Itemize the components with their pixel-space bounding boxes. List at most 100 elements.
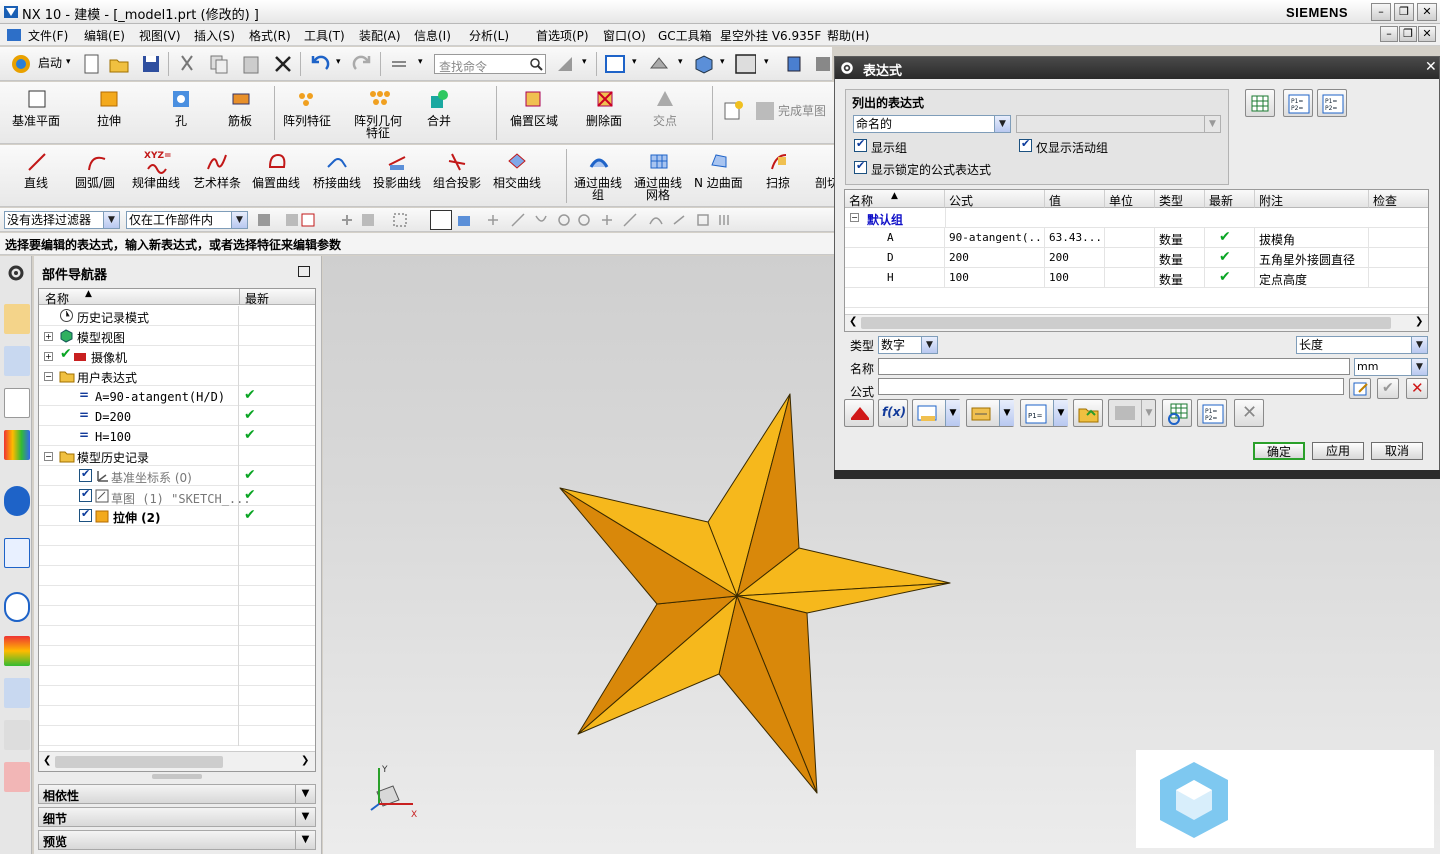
menu-assembly[interactable]: 装配(A) [359,27,401,44]
redo-icon[interactable] [352,53,374,75]
scrollbar-thumb[interactable] [861,317,1391,329]
doc-restore-button[interactable]: ❐ [1399,26,1417,42]
type-filter-icon[interactable] [256,212,272,228]
repeat-command-icon[interactable] [388,53,410,75]
apply-button[interactable]: 应用 [1312,442,1364,460]
menu-gc-toolbox[interactable]: GC工具箱 [658,27,712,44]
menu-preferences[interactable]: 首选项(P) [536,27,589,44]
app-menu-icon[interactable] [6,28,22,42]
scroll-right-icon[interactable]: ❯ [301,755,309,766]
orient-view-icon[interactable] [648,53,670,75]
law-curve-button[interactable]: 规律曲线 [132,177,180,190]
intersection-button[interactable]: 交点 [653,115,677,128]
chevron-down-icon[interactable]: ▼ [945,400,960,426]
edit-formula-button[interactable] [1349,378,1371,399]
col-latest[interactable]: 最新 [1205,190,1255,208]
snap-tools-icon[interactable] [484,212,744,228]
feature-select-icon[interactable] [430,210,452,230]
background-color-icon[interactable] [734,53,756,75]
assembly-icon[interactable] [784,53,806,75]
preview-panel[interactable]: 预览 ▼ [38,830,316,850]
tree-row-datum-csys[interactable]: 基准坐标系 (0) ✔ [39,466,315,486]
sketch-icon[interactable] [722,100,744,122]
minimize-button[interactable]: – [1371,3,1391,21]
project-curve-icon[interactable] [386,151,408,173]
table-row[interactable]: D 200 200 数量 ✔ 五角星外接圆直径 [845,248,1428,268]
insert-reference-button[interactable]: ▼ [966,399,1014,427]
col-unit[interactable]: 单位 [1105,190,1155,208]
feature-visibility-checkbox[interactable] [79,487,92,502]
rib-icon[interactable] [230,88,252,110]
col-type[interactable]: 类型 [1155,190,1205,208]
sweep-icon[interactable] [768,151,790,173]
maximize-panel-icon[interactable] [298,266,310,277]
tree-row-model-history[interactable]: − 模型历史记录 [39,446,315,466]
ok-button[interactable]: 确定 [1253,442,1305,460]
chevron-down-icon[interactable]: ▼ [1053,400,1068,426]
delete-face-icon[interactable] [594,88,616,110]
tree-row-extrude[interactable]: 拉伸 (2) ✔ [39,506,315,526]
tree-row-history-mode[interactable]: 历史记录模式 [39,306,315,326]
rectangle-select-icon[interactable] [392,212,422,228]
splitter-handle[interactable] [152,774,202,779]
delete-face-button[interactable]: 删除面 [586,115,622,128]
pattern-feature-icon[interactable] [296,88,318,110]
open-folder-icon[interactable] [108,53,130,75]
history-tab[interactable] [4,592,30,622]
system-materials-tab[interactable] [4,636,30,666]
studio-spline-icon[interactable] [206,151,228,173]
pattern-feature-button[interactable]: 阵列特征 [283,115,331,128]
link-expression-button[interactable]: P1= ▼ [1020,399,1068,427]
collapse-icon[interactable]: − [850,213,859,222]
hole-icon[interactable] [170,88,192,110]
col-note[interactable]: 附注 [1255,190,1369,208]
delete-icon[interactable] [272,53,294,75]
finish-sketch-button[interactable]: 完成草图 [778,105,826,118]
n-sided-surface-button[interactable]: N 边曲面 [694,177,743,190]
system-scenes-tab[interactable] [4,762,30,792]
assembly-nav-icon[interactable] [812,53,834,75]
project-curve-button[interactable]: 投影曲线 [373,177,421,190]
doc-minimize-button[interactable]: – [1380,26,1398,42]
selection-filter-select[interactable]: 没有选择过滤器 ▼ [4,211,120,229]
table-horizontal-scrollbar[interactable]: ❮ ❯ [845,314,1428,331]
intersection-icon[interactable] [654,88,676,110]
line-icon[interactable] [26,151,48,173]
gear-icon[interactable] [840,61,854,75]
table-row[interactable]: A 90-atangent(... 63.43... 数量 ✔ 拔模角 [845,228,1428,248]
pattern-geometry-button-line2[interactable]: 特征 [366,127,390,140]
through-curves-icon[interactable] [588,151,610,173]
through-curves-button-line2[interactable]: 组 [592,189,604,202]
scroll-left-icon[interactable]: ❮ [43,755,51,766]
intersection-curve-icon[interactable] [506,151,528,173]
close-window-button[interactable]: ✕ [1417,3,1437,21]
cancel-button[interactable]: 取消 [1371,442,1423,460]
hd3d-tools-tab[interactable] [4,486,30,516]
type-select[interactable]: 数字 ▼ [878,336,938,354]
scrollbar-thumb[interactable] [55,756,223,768]
bridge-curve-button[interactable]: 桥接曲线 [313,177,361,190]
gear-icon[interactable] [7,264,25,282]
extrude-icon[interactable] [98,88,120,110]
menu-view[interactable]: 视图(V) [139,27,181,44]
unite-button[interactable]: 合并 [427,115,451,128]
menu-edit[interactable]: 编辑(E) [84,27,125,44]
feature-visibility-checkbox[interactable] [79,467,92,482]
sweep-button[interactable]: 扫掠 [766,177,790,190]
constraint-navigator-tab[interactable] [4,346,30,376]
reject-edit-button[interactable]: ✕ [1406,378,1428,399]
datum-plane-button[interactable]: 基准平面 [12,115,60,128]
web-browser-tab[interactable] [4,538,30,568]
menu-window[interactable]: 窗口(O) [603,27,646,44]
insert-function-button[interactable]: f(x) [878,399,908,427]
menu-insert[interactable]: 插入(S) [194,27,235,44]
finish-sketch-icon[interactable] [754,100,776,122]
expression-name-input[interactable] [878,358,1350,375]
hole-button[interactable]: 孔 [175,115,187,128]
assembly-navigator-tab[interactable] [4,304,30,334]
restore-button[interactable]: ❐ [1394,3,1414,21]
render-style-icon[interactable] [692,53,714,75]
menu-format[interactable]: 格式(R) [249,27,291,44]
update-from-file-button[interactable]: P1= P2= [1197,399,1227,427]
unite-icon[interactable] [428,88,450,110]
